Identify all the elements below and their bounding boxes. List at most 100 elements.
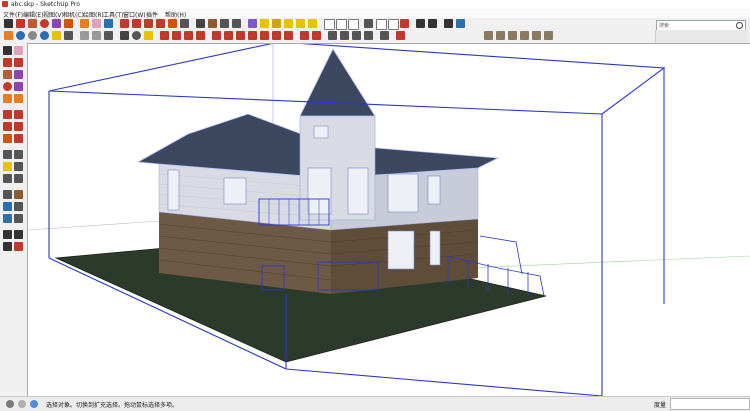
text-icon[interactable] — [14, 162, 23, 171]
protractor-icon[interactable] — [3, 162, 12, 171]
stamp-icon[interactable] — [248, 31, 257, 40]
rotated-rect-icon[interactable] — [14, 70, 23, 79]
model-info-icon[interactable] — [456, 19, 465, 28]
scale-icon[interactable] — [168, 19, 177, 28]
soften-edges-icon[interactable] — [104, 31, 113, 40]
rectangle-icon[interactable] — [28, 19, 37, 28]
smoove-icon[interactable] — [236, 31, 245, 40]
eraser-left-icon[interactable] — [14, 46, 23, 55]
dimension-icon[interactable] — [14, 150, 23, 159]
view-left-icon[interactable] — [544, 31, 553, 40]
tape-measure-icon[interactable] — [104, 19, 113, 28]
pencil-icon[interactable] — [16, 19, 25, 28]
get-models-icon[interactable] — [296, 19, 305, 28]
cut-icon[interactable] — [364, 19, 373, 28]
help-status-icon[interactable] — [30, 400, 38, 408]
view-top-icon[interactable] — [496, 31, 505, 40]
layers-icon[interactable] — [40, 31, 49, 40]
orbit-left-icon[interactable] — [3, 190, 12, 199]
outliner-icon[interactable] — [4, 31, 13, 40]
next-view-icon[interactable] — [260, 19, 269, 28]
solid-split-icon[interactable] — [364, 31, 373, 40]
pan-icon[interactable] — [208, 19, 217, 28]
materials-icon[interactable] — [16, 31, 25, 40]
section-left-icon[interactable] — [14, 242, 23, 251]
zoom-extents-left-icon[interactable] — [3, 214, 12, 223]
match-photo-icon[interactable] — [92, 31, 101, 40]
view-front-icon[interactable] — [508, 31, 517, 40]
delete-icon[interactable] — [400, 19, 409, 28]
add-detail-icon[interactable] — [272, 31, 281, 40]
position-camera-icon[interactable] — [3, 230, 12, 239]
model-scene[interactable] — [27, 41, 750, 397]
rectangle-left-icon[interactable] — [3, 70, 12, 79]
make-component-icon[interactable] — [80, 19, 89, 28]
back-edges-icon[interactable] — [132, 31, 141, 40]
view-back-icon[interactable] — [532, 31, 541, 40]
scale-left-icon[interactable] — [3, 134, 12, 143]
scenes-icon[interactable] — [52, 31, 61, 40]
geo-location-status-icon[interactable] — [6, 400, 14, 408]
move-left-icon[interactable] — [3, 110, 12, 119]
3d-text-icon[interactable] — [14, 174, 23, 183]
new-file-icon[interactable] — [324, 19, 335, 30]
geo-location-icon[interactable] — [396, 31, 405, 40]
solid-outer-shell-icon[interactable] — [328, 31, 337, 40]
view-right-icon[interactable] — [520, 31, 529, 40]
from-scratch-icon[interactable] — [224, 31, 233, 40]
print-icon[interactable] — [444, 19, 453, 28]
zoom-extents-icon[interactable] — [232, 19, 241, 28]
warehouse-icon[interactable] — [272, 19, 281, 28]
zoom-icon[interactable] — [220, 19, 229, 28]
section-plane-icon[interactable] — [160, 31, 169, 40]
undo-icon[interactable] — [416, 19, 425, 28]
freehand-icon[interactable] — [14, 58, 23, 67]
union-icon[interactable] — [312, 31, 321, 40]
pie-icon[interactable] — [14, 94, 23, 103]
xray-icon[interactable] — [120, 31, 129, 40]
offset-left-icon[interactable] — [14, 134, 23, 143]
follow-me-left-icon[interactable] — [14, 122, 23, 131]
zoom-left-icon[interactable] — [3, 202, 12, 211]
styles-icon[interactable] — [28, 31, 37, 40]
select-icon[interactable] — [3, 46, 12, 55]
previous-left-icon[interactable] — [14, 214, 23, 223]
select-tool-icon[interactable] — [4, 19, 13, 28]
shaded-icon[interactable] — [144, 31, 153, 40]
look-around-icon[interactable] — [3, 242, 12, 251]
rotate-left-icon[interactable] — [3, 122, 12, 131]
line-icon[interactable] — [3, 58, 12, 67]
credits-status-icon[interactable] — [18, 400, 26, 408]
walk-left-icon[interactable] — [14, 230, 23, 239]
zoom-window-icon[interactable] — [14, 202, 23, 211]
follow-me-icon[interactable] — [156, 19, 165, 28]
pan-left-icon[interactable] — [14, 190, 23, 199]
sandbox-icon[interactable] — [196, 31, 205, 40]
eraser-icon[interactable] — [92, 19, 101, 28]
open-file-icon[interactable] — [336, 19, 347, 30]
solid-trim-icon[interactable] — [352, 31, 361, 40]
circle-icon[interactable] — [40, 19, 49, 28]
polygon-icon[interactable] — [52, 19, 61, 28]
arc-left-icon[interactable] — [3, 94, 12, 103]
search-icon[interactable] — [736, 22, 743, 29]
axes-icon[interactable] — [3, 174, 12, 183]
section-cut-icon[interactable] — [184, 31, 193, 40]
circle-left-icon[interactable] — [3, 82, 12, 91]
paste-icon[interactable] — [388, 19, 399, 30]
move-icon[interactable] — [132, 19, 141, 28]
view-iso-icon[interactable] — [484, 31, 493, 40]
model-viewport[interactable] — [27, 41, 750, 397]
copy-icon[interactable] — [376, 19, 387, 30]
measurements-input[interactable] — [670, 398, 750, 410]
push-pull-icon[interactable] — [120, 19, 129, 28]
flip-edge-icon[interactable] — [284, 31, 293, 40]
rotate-icon[interactable] — [144, 19, 153, 28]
fog-icon[interactable] — [80, 31, 89, 40]
push-pull-left-icon[interactable] — [14, 110, 23, 119]
polygon-left-icon[interactable] — [14, 82, 23, 91]
from-contours-icon[interactable] — [212, 31, 221, 40]
drape-icon[interactable] — [260, 31, 269, 40]
offset-icon[interactable] — [180, 19, 189, 28]
intersect-icon[interactable] — [300, 31, 309, 40]
